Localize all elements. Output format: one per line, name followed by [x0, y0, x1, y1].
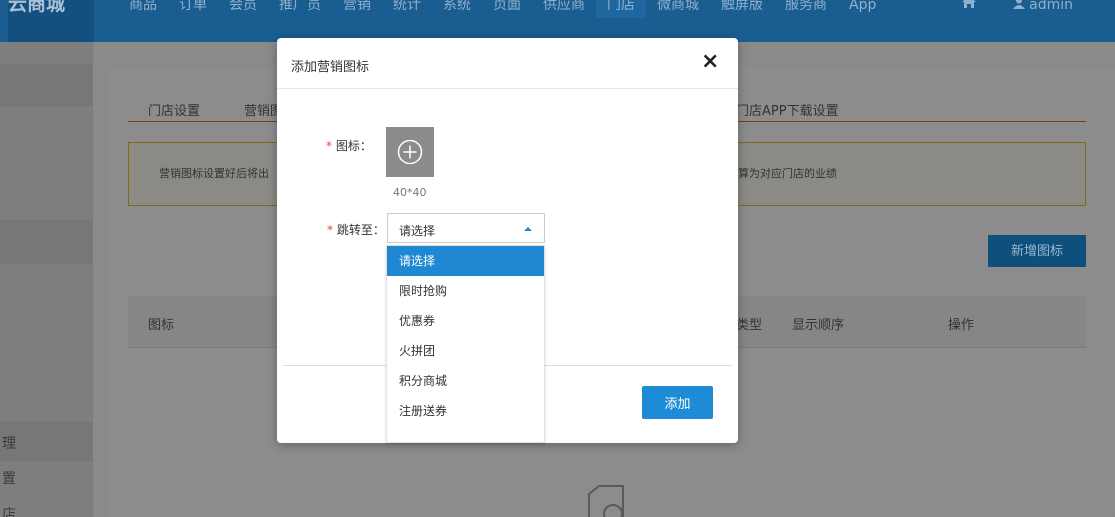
- sidebar: 理 置 店: [0, 42, 93, 517]
- column-type: 类型: [736, 318, 763, 333]
- select-current-value: 请选择: [399, 224, 436, 238]
- jump-to-label-text: 跳转至：: [336, 223, 385, 237]
- home-icon[interactable]: [961, 0, 977, 18]
- column-icon: 图标: [148, 318, 175, 333]
- dialog-header: 添加营销图标 ×: [277, 38, 738, 89]
- notice-text-left: 营销图标设置好后将出: [159, 167, 269, 180]
- jump-to-label: * 跳转至：: [327, 221, 385, 238]
- caret-up-icon: [524, 227, 532, 231]
- nav-item-stats[interactable]: 统计: [382, 0, 432, 18]
- option-group-buy[interactable]: 火拼团: [387, 336, 544, 366]
- sidebar-item-manage: 理: [2, 436, 16, 452]
- column-actions: 操作: [948, 318, 975, 333]
- nav-item-service[interactable]: 服务商: [774, 0, 838, 18]
- user-name: admin: [1029, 0, 1073, 13]
- add-button[interactable]: 添加: [642, 386, 713, 419]
- nav-item-micro-mall[interactable]: 微商城: [646, 0, 710, 18]
- sidebar-item-settings[interactable]: 置: [0, 468, 93, 488]
- plus-circle-icon: [397, 139, 423, 165]
- option-coupon[interactable]: 优惠券: [387, 306, 544, 336]
- nav-item-goods[interactable]: 商品: [118, 0, 168, 18]
- nav-item-suppliers[interactable]: 供应商: [532, 0, 596, 18]
- sidebar-group-2[interactable]: [0, 220, 93, 264]
- jump-to-select[interactable]: 请选择: [387, 213, 545, 243]
- empty-document-icon: [588, 485, 624, 517]
- nav-item-marketing[interactable]: 营销: [332, 0, 382, 18]
- nav-item-system[interactable]: 系统: [432, 0, 482, 18]
- column-order: 显示顺序: [792, 318, 845, 333]
- nav-item-stores[interactable]: 门店: [596, 0, 646, 18]
- required-mark: *: [327, 223, 333, 237]
- option-please-select[interactable]: 请选择: [387, 246, 544, 276]
- nav-item-pages[interactable]: 页面: [482, 0, 532, 18]
- icon-label-text: 图标：: [335, 139, 372, 153]
- sidebar-group-3[interactable]: 理: [0, 422, 93, 462]
- icon-upload-button[interactable]: [386, 127, 434, 177]
- add-icon-button[interactable]: 新增图标: [988, 235, 1086, 267]
- required-mark: *: [326, 139, 332, 153]
- logo[interactable]: 云商城: [8, 0, 94, 42]
- notice-text-right: 算为对应门店的业绩: [738, 167, 837, 180]
- main-nav: 商品 订单 会员 推广员 营销 统计 系统 页面 供应商 门店 微商城 触屏版 …: [118, 0, 887, 18]
- nav-item-promoters[interactable]: 推广员: [268, 0, 332, 18]
- add-marketing-icon-dialog: 添加营销图标 × * 图标： 40*40 * 跳转至： 请选择 添加 请选择 限…: [277, 38, 738, 443]
- option-flash-sale[interactable]: 限时抢购: [387, 276, 544, 306]
- jump-to-dropdown: 请选择 限时抢购 优惠券 火拼团 积分商城 注册送券: [386, 245, 545, 443]
- sidebar-item-store[interactable]: 店: [0, 504, 93, 517]
- nav-item-app[interactable]: App: [838, 0, 887, 18]
- close-icon[interactable]: ×: [701, 51, 719, 73]
- user-icon: [1012, 0, 1025, 9]
- dialog-title: 添加营销图标: [291, 60, 370, 75]
- top-right-tools: admin: [961, 0, 1073, 18]
- sidebar-group-1[interactable]: [0, 64, 93, 106]
- option-register-coupon[interactable]: 注册送券: [387, 396, 544, 426]
- nav-item-orders[interactable]: 订单: [168, 0, 218, 18]
- icon-label: * 图标：: [326, 137, 372, 154]
- user-menu[interactable]: admin: [1012, 0, 1073, 18]
- icon-size-hint: 40*40: [393, 186, 427, 199]
- nav-item-members[interactable]: 会员: [218, 0, 268, 18]
- nav-item-touch[interactable]: 触屏版: [710, 0, 774, 18]
- option-points-mall[interactable]: 积分商城: [387, 366, 544, 396]
- top-navbar: 云商城 商品 订单 会员 推广员 营销 统计 系统 页面 供应商 门店 微商城 …: [0, 0, 1115, 42]
- tab-app-download[interactable]: 门店APP下载设置: [736, 100, 839, 119]
- tab-store-settings[interactable]: 门店设置: [148, 100, 200, 119]
